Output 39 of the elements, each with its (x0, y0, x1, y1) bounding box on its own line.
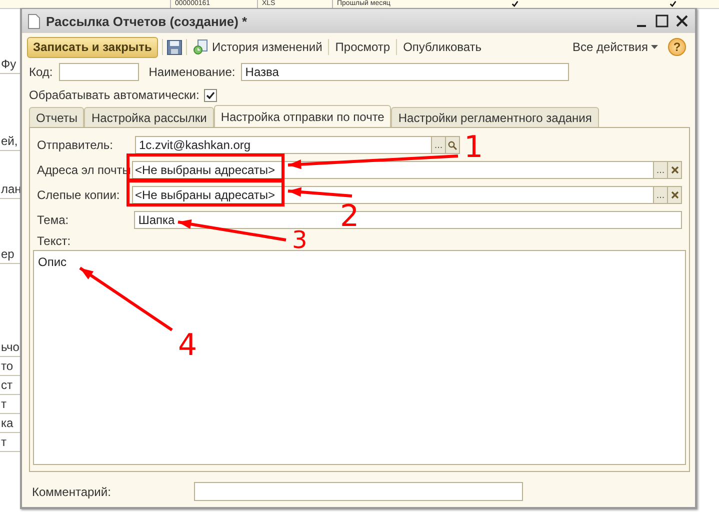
bcc-field[interactable]: <Не выбраны адресаты> (132, 186, 654, 204)
comment-field[interactable] (194, 482, 523, 501)
sender-label: Отправитель: (37, 138, 114, 152)
close-icon (670, 191, 678, 199)
close-icon (670, 166, 678, 174)
body-label: Текст: (37, 234, 71, 248)
tab[interactable]: Настройки регламентного задания (391, 107, 599, 127)
save-and-close-button[interactable]: Записать и закрыть (27, 36, 158, 58)
window-title: Рассылка Отчетов (создание) * (46, 14, 248, 28)
annotation-number: 4 (178, 328, 198, 363)
name-label: Наименование: (148, 65, 236, 79)
bcc-label: Слепые копии: (37, 188, 121, 202)
caret-icon (651, 45, 658, 49)
publish-button[interactable]: Опубликовать (401, 40, 484, 54)
close-icon[interactable] (675, 14, 689, 28)
subject-label: Тема: (37, 213, 70, 227)
document-icon (28, 14, 40, 28)
name-field[interactable]: Назва (241, 63, 570, 81)
maximize-icon[interactable] (655, 14, 669, 28)
search-button[interactable] (445, 136, 460, 154)
help-button[interactable]: ? (668, 38, 686, 56)
history-button[interactable]: История изменений (190, 39, 324, 55)
clear-button[interactable] (667, 161, 682, 179)
search-icon (448, 140, 457, 150)
tab[interactable]: Настройка рассылки (84, 107, 214, 127)
all-actions-menu[interactable]: Все действия (570, 40, 660, 54)
sender-field[interactable]: 1c.zvit@kashkan.org (135, 136, 432, 154)
recipients-field[interactable]: <Не выбраны адресаты> (132, 161, 654, 179)
code-field[interactable] (58, 63, 139, 81)
save-icon[interactable] (166, 40, 182, 54)
arrow (288, 187, 352, 198)
auto-process-label: Обрабатывать автоматически: (29, 88, 200, 102)
tab[interactable]: Настройка отправки по почте (214, 105, 392, 127)
history-icon (192, 39, 209, 55)
clear-button[interactable] (667, 186, 682, 204)
tab[interactable]: Отчеты (29, 107, 84, 127)
auto-process-checkbox[interactable] (204, 88, 218, 102)
preview-button[interactable]: Просмотр (333, 40, 392, 54)
comment-label: Комментарий: (32, 484, 112, 498)
